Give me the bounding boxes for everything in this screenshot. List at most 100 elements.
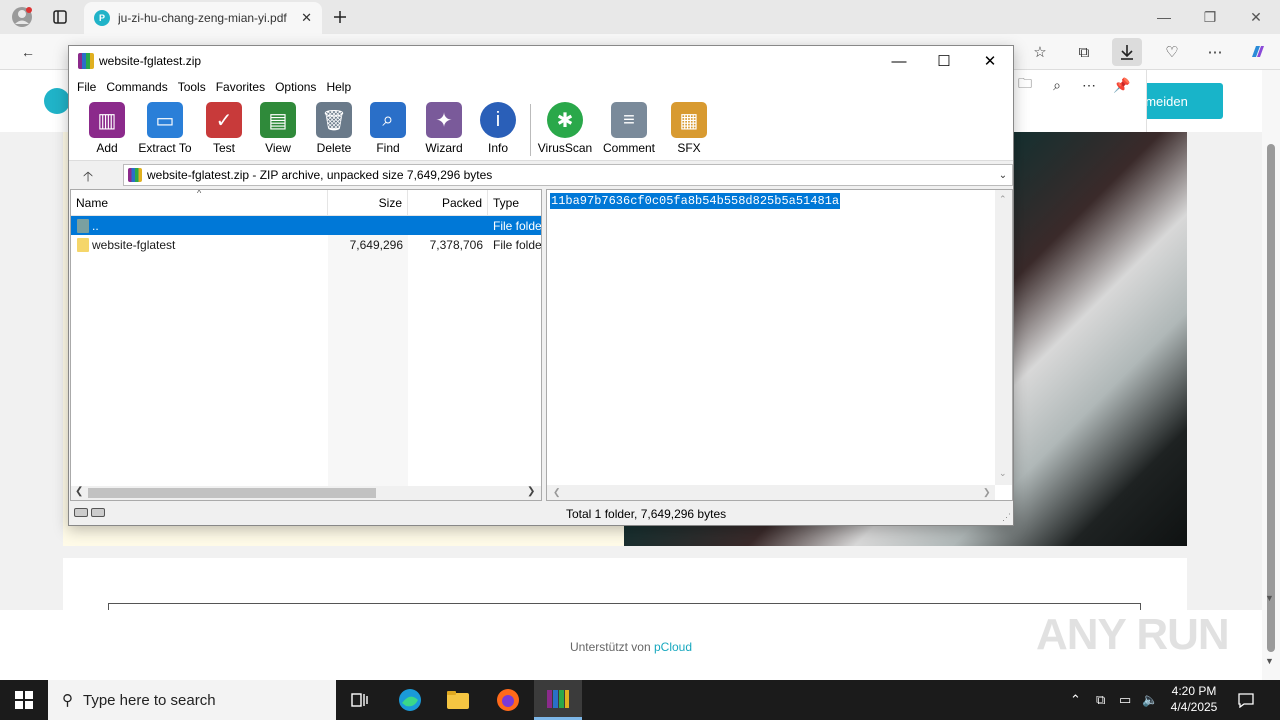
- menu-commands[interactable]: Commands: [101, 80, 172, 94]
- column-packed[interactable]: Packed: [408, 190, 488, 216]
- edge-browser-icon[interactable]: [386, 680, 434, 720]
- anyrun-watermark: ANY RUN: [1036, 610, 1230, 659]
- scroll-right-icon[interactable]: ❯: [983, 487, 991, 498]
- scroll-left-icon[interactable]: ❮: [75, 486, 83, 497]
- info-label: Info: [487, 141, 508, 155]
- archive-comment-text[interactable]: 11ba97b7636cf0c05fa8b54b558d825b5a51481a: [550, 193, 841, 209]
- scroll-down-icon[interactable]: ▼: [1265, 593, 1274, 603]
- scroll-up-icon[interactable]: ⌃: [999, 194, 1007, 205]
- winrar-window-title: website-fglatest.zip: [99, 54, 202, 68]
- footer-prefix: Unterstützt von: [569, 640, 651, 654]
- settings-more-icon[interactable]: ⋯: [1200, 38, 1230, 66]
- firefox-icon[interactable]: [484, 680, 532, 720]
- minimize-icon[interactable]: —: [876, 46, 922, 76]
- scroll-down-icon[interactable]: ⌄: [999, 468, 1007, 479]
- column-name[interactable]: Name: [71, 190, 328, 216]
- close-tab-icon[interactable]: ✕: [301, 10, 312, 26]
- scroll-right-icon[interactable]: ❯: [527, 486, 535, 497]
- up-arrow-icon[interactable]: 🡡: [83, 166, 93, 190]
- profile-icon[interactable]: [10, 5, 34, 29]
- pin-icon[interactable]: 📌: [1111, 74, 1133, 96]
- clock-time: 4:20 PM: [1171, 684, 1217, 698]
- resize-grip-icon[interactable]: ⋰: [1002, 512, 1011, 523]
- new-tab-icon[interactable]: [328, 5, 352, 29]
- page-scrollbar[interactable]: ▼ ▼: [1262, 70, 1280, 680]
- browser-essentials-icon[interactable]: ♡: [1157, 38, 1187, 66]
- search-page-icon[interactable]: ⌕: [1046, 74, 1068, 96]
- back-icon[interactable]: ←: [16, 40, 40, 64]
- drive-icon: [74, 508, 88, 517]
- show-hidden-icons-icon[interactable]: ⌃: [1070, 680, 1081, 720]
- file-explorer-icon[interactable]: [434, 680, 482, 720]
- notifications-icon[interactable]: [1238, 680, 1254, 720]
- column-size[interactable]: Size: [328, 190, 408, 216]
- browser-minimize-icon[interactable]: —: [1141, 4, 1187, 30]
- extract-to-icon: ▭: [147, 102, 183, 138]
- file-list: ^ Name Size Packed Type .. File folder w…: [70, 189, 542, 501]
- row-packed: [413, 216, 483, 235]
- menu-file[interactable]: File: [72, 80, 101, 94]
- menu-help[interactable]: Help: [321, 80, 356, 94]
- windows-logo-icon: [15, 691, 33, 709]
- downloads-icon[interactable]: [1112, 38, 1142, 66]
- delete-label: Delete: [316, 141, 352, 155]
- taskbar-clock[interactable]: 4:20 PM 4/4/2025: [1160, 683, 1228, 715]
- winrar-title-bar[interactable]: website-fglatest.zip — ☐ ✕: [69, 46, 1013, 76]
- menu-options[interactable]: Options: [270, 80, 321, 94]
- comment-horizontal-scrollbar[interactable]: ❮ ❯: [547, 485, 995, 500]
- archive-path-field[interactable]: website-fglatest.zip - ZIP archive, unpa…: [123, 164, 1013, 186]
- row-packed: 7,378,706: [429, 237, 483, 252]
- table-row[interactable]: website-fglatest 7,649,296 7,378,706 Fil…: [71, 235, 541, 254]
- page-scroll-thumb[interactable]: [1267, 144, 1275, 652]
- scroll-down-icon[interactable]: ▼: [1265, 656, 1274, 666]
- row-type: File folder: [493, 237, 541, 252]
- comment-label: Comment: [602, 141, 655, 155]
- scroll-left-icon[interactable]: ❮: [553, 487, 561, 498]
- sfx-button[interactable]: ▦ SFX: [654, 102, 724, 155]
- archive-path-text: website-fglatest.zip - ZIP archive, unpa…: [147, 168, 493, 182]
- delete-icon: 🗑: [316, 102, 352, 138]
- taskbar-search[interactable]: ⚲ Type here to search: [48, 680, 336, 720]
- windows-taskbar: ⚲ Type here to search ⌃ ⧉ ▭ 🔈 4:20 PM 4/…: [0, 680, 1280, 720]
- menu-tools[interactable]: Tools: [173, 80, 211, 94]
- file-list-scroll-thumb[interactable]: [88, 488, 376, 498]
- start-button[interactable]: [0, 680, 48, 720]
- volume-icon[interactable]: 🔈: [1142, 680, 1158, 720]
- search-placeholder: Type here to search: [83, 691, 216, 709]
- maximize-icon[interactable]: ☐: [921, 46, 967, 76]
- winrar-taskbar-icon[interactable]: [534, 680, 582, 720]
- add-label: Add: [96, 141, 118, 155]
- network-sync-icon[interactable]: ⧉: [1096, 680, 1105, 720]
- browser-tab[interactable]: P ju-zi-hu-chang-zeng-mian-yi.pdf ✕: [84, 2, 322, 34]
- column-type[interactable]: Type: [488, 190, 541, 216]
- close-icon[interactable]: ✕: [967, 46, 1013, 76]
- copilot-icon[interactable]: [1243, 38, 1273, 66]
- tab-actions-icon[interactable]: [48, 5, 72, 29]
- parent-folder-icon: [77, 218, 89, 233]
- table-row[interactable]: .. File folder: [71, 216, 541, 235]
- file-list-scrollbar[interactable]: ❮ ❯: [71, 486, 541, 500]
- info-button[interactable]: i Info: [463, 102, 533, 155]
- virusscan-label: VirusScan: [537, 141, 593, 155]
- collections-icon[interactable]: ⧉: [1069, 38, 1099, 66]
- menu-favorites[interactable]: Favorites: [211, 80, 270, 94]
- pcloud-logo-icon: [44, 88, 70, 114]
- key-icon: [91, 508, 105, 517]
- virusscan-button[interactable]: ✱ VirusScan: [530, 102, 600, 155]
- task-view-icon[interactable]: [336, 680, 384, 720]
- chevron-down-icon[interactable]: ⌄: [994, 170, 1012, 181]
- folder-icon: [77, 237, 89, 252]
- network-icon[interactable]: ▭: [1119, 680, 1131, 720]
- comment-vertical-scrollbar[interactable]: ⌃ ⌄: [995, 190, 1012, 485]
- archive-comment-panel[interactable]: 11ba97b7636cf0c05fa8b54b558d825b5a51481a…: [546, 189, 1013, 501]
- folder-icon[interactable]: 🗀: [1014, 74, 1036, 96]
- winrar-app-icon: [78, 53, 94, 69]
- browser-close-icon[interactable]: ✕: [1233, 4, 1279, 30]
- more-icon[interactable]: ⋯: [1078, 74, 1100, 96]
- pcloud-link[interactable]: pCloud: [654, 640, 692, 654]
- winrar-address-row: 🡡 website-fglatest.zip - ZIP archive, un…: [69, 160, 1013, 188]
- file-list-header: ^ Name Size Packed Type: [71, 190, 541, 216]
- favorites-icon[interactable]: ☆: [1025, 38, 1055, 66]
- row-size: 7,649,296: [349, 237, 403, 252]
- browser-restore-icon[interactable]: ❐: [1187, 4, 1233, 30]
